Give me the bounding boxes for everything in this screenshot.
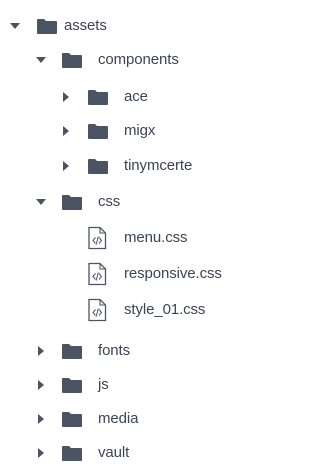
tree-node-menu-css[interactable]: menu.css — [0, 225, 241, 251]
caret-down-icon[interactable] — [9, 20, 21, 32]
folder-icon — [87, 88, 109, 106]
caret-right-icon[interactable] — [35, 447, 47, 459]
caret-right-icon[interactable] — [60, 125, 72, 137]
caret-right-icon[interactable] — [60, 160, 72, 172]
folder-icon — [61, 410, 83, 428]
tree-node-label: style_01.css — [124, 301, 206, 318]
tree-node-ace[interactable]: ace — [0, 84, 241, 110]
folder-icon — [61, 376, 83, 394]
tree-node-assets[interactable]: assets — [0, 13, 241, 39]
folder-icon — [87, 122, 109, 140]
tree-node-media[interactable]: media — [0, 406, 241, 432]
tree-node-vault[interactable]: vault — [0, 440, 241, 466]
caret-right-icon[interactable] — [35, 413, 47, 425]
tree-node-fonts[interactable]: fonts — [0, 338, 241, 364]
folder-icon — [61, 342, 83, 360]
tree-node-label: migx — [124, 122, 156, 139]
caret-down-icon[interactable] — [35, 54, 47, 66]
tree-node-label: components — [98, 51, 179, 68]
folder-icon — [61, 444, 83, 462]
caret-right-icon[interactable] — [35, 379, 47, 391]
css-file-icon — [86, 298, 108, 322]
tree-node-label: responsive.css — [124, 265, 222, 282]
tree-node-label: tinymcerte — [124, 157, 193, 174]
tree-node-js[interactable]: js — [0, 372, 241, 398]
folder-icon — [61, 193, 83, 211]
tree-node-label: menu.css — [124, 229, 188, 246]
file-tree: assets components ace migx tinymcerte cs… — [0, 0, 241, 461]
tree-node-label: css — [98, 193, 121, 210]
tree-node-css[interactable]: css — [0, 189, 241, 215]
folder-icon — [36, 17, 58, 35]
caret-right-icon[interactable] — [60, 91, 72, 103]
tree-node-style-01-css[interactable]: style_01.css — [0, 297, 241, 323]
css-file-icon — [86, 262, 108, 286]
css-file-icon — [86, 226, 108, 250]
tree-node-migx[interactable]: migx — [0, 118, 241, 144]
tree-node-label: vault — [98, 444, 130, 461]
tree-node-label: fonts — [98, 342, 131, 359]
tree-node-components[interactable]: components — [0, 47, 241, 73]
folder-icon — [87, 157, 109, 175]
folder-icon — [61, 51, 83, 69]
caret-down-icon[interactable] — [35, 196, 47, 208]
tree-node-label: ace — [124, 88, 148, 105]
tree-node-responsive-css[interactable]: responsive.css — [0, 261, 241, 287]
caret-right-icon[interactable] — [35, 345, 47, 357]
tree-node-label: js — [98, 376, 109, 393]
tree-node-tinymcerte[interactable]: tinymcerte — [0, 153, 241, 179]
tree-node-label: media — [98, 410, 139, 427]
tree-node-label: assets — [64, 17, 107, 34]
